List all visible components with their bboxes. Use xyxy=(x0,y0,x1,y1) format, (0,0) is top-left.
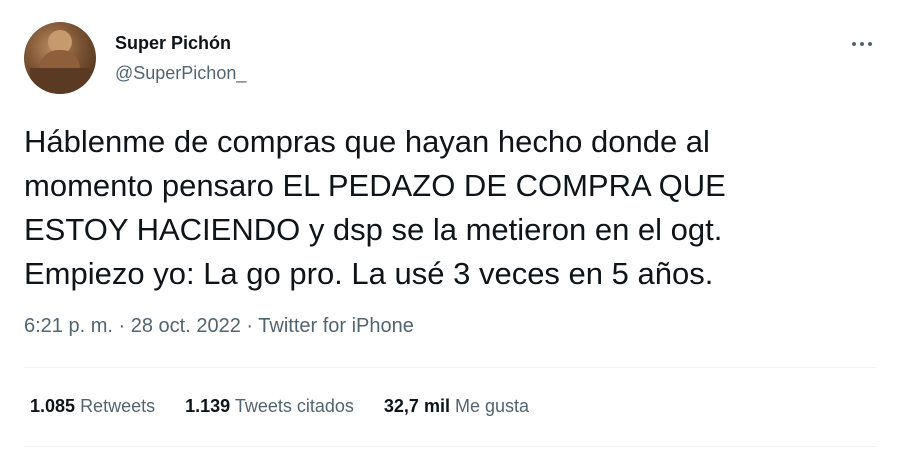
avatar-photo-base xyxy=(30,68,90,94)
tweet-text-line: ESTOY HACIENDO y dsp se la metieron en e… xyxy=(24,212,723,247)
likes-stat[interactable]: 32,7 mil Me gusta xyxy=(384,396,529,417)
likes-label: Me gusta xyxy=(454,396,530,416)
avatar[interactable] xyxy=(24,22,96,94)
divider xyxy=(24,367,876,368)
author-handle[interactable]: @SuperPichon_ xyxy=(115,63,246,84)
quote-tweets-count: 1.139 xyxy=(185,396,231,416)
tweet-metadata: 6:21 p. m. · 28 oct. 2022 · Twitter for … xyxy=(24,315,414,338)
retweets-label: Retweets xyxy=(80,396,156,416)
author-display-name[interactable]: Super Pichón xyxy=(115,33,231,54)
more-dot xyxy=(868,42,872,46)
tweet-text-line: Empiezo yo: La go pro. La usé 3 veces en… xyxy=(24,256,714,291)
quote-tweets-stat[interactable]: 1.139 Tweets citados xyxy=(185,396,354,417)
tweet-stats: 1.085 Retweets 1.139 Tweets citados 32,7… xyxy=(30,396,529,417)
tweet-time[interactable]: 6:21 p. m. xyxy=(24,315,113,337)
likes-count: 32,7 mil xyxy=(383,396,450,416)
tweet-date[interactable]: 28 oct. 2022 xyxy=(131,315,241,337)
more-dot xyxy=(860,42,864,46)
retweets-stat[interactable]: 1.085 Retweets xyxy=(30,396,155,417)
tweet-text-line: momento pensaro EL PEDAZO DE COMPRA QUE xyxy=(24,168,726,203)
meta-separator: · xyxy=(118,315,126,337)
quote-tweets-label: Tweets citados xyxy=(234,396,354,416)
divider xyxy=(24,446,876,447)
tweet-text: Háblenme de compras que hayan hecho dond… xyxy=(24,120,874,296)
tweet-text-line: Háblenme de compras que hayan hecho dond… xyxy=(24,124,710,159)
meta-separator: · xyxy=(246,315,254,337)
more-dot xyxy=(852,42,856,46)
retweets-count: 1.085 xyxy=(30,396,76,416)
more-horizontal-icon[interactable] xyxy=(844,36,880,52)
tweet-source-link[interactable]: Twitter for iPhone xyxy=(258,315,414,337)
